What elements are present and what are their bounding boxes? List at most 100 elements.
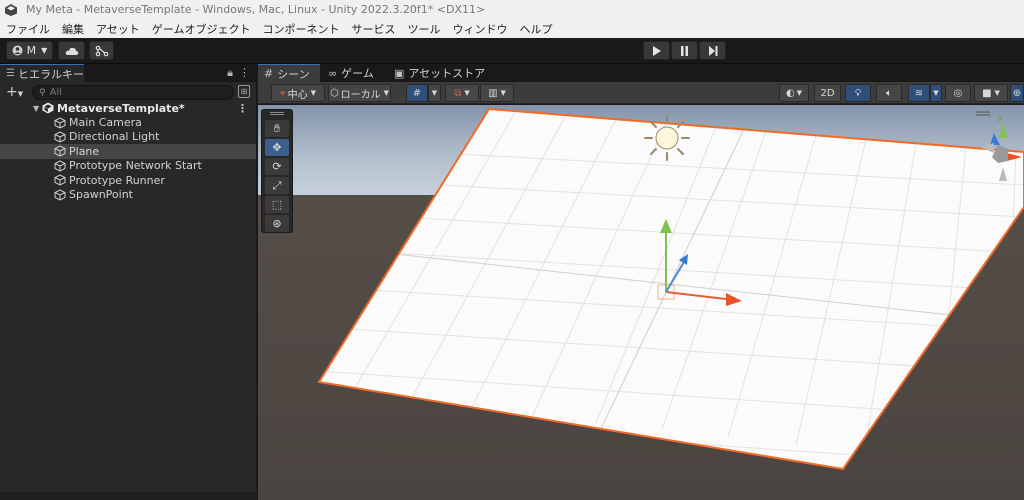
chevron-down-icon: ▼ [994, 89, 1000, 97]
camera-icon: ■ [982, 87, 992, 99]
hierarchy-bottom-bar [0, 492, 257, 500]
rect-tool-button[interactable]: ⬚ [265, 196, 289, 213]
collab-button[interactable] [89, 41, 114, 60]
pause-icon [681, 45, 688, 56]
gizmo-z-axis-icon[interactable] [990, 133, 1000, 145]
hand-icon: ✋︎ [273, 121, 281, 135]
menu-edit[interactable]: 編集 [62, 21, 84, 37]
hierarchy-item-prototype-runner[interactable]: Prototype Runner [0, 173, 256, 187]
pivot-toggle[interactable]: ⌖ 中心 ▼ [271, 84, 325, 102]
menu-file[interactable]: ファイル [6, 21, 50, 37]
scene-viewport[interactable]: ✋︎ ✥ ⟳ ⤢ ⬚ ⊛ y [258, 105, 1024, 500]
2d-toggle-button[interactable]: 2D [814, 84, 841, 102]
main-toolbar: M ▼ [0, 38, 1024, 64]
gizmo-y-axis-icon[interactable] [999, 123, 1007, 138]
step-button[interactable] [699, 41, 726, 60]
lighting-toggle-button[interactable]: 💡︎ [845, 84, 871, 102]
menu-gameobject[interactable]: ゲームオブジェクト [152, 21, 251, 37]
move-tool-button[interactable]: ✥ [265, 139, 289, 156]
hand-tool-button[interactable]: ✋︎ [265, 120, 289, 137]
audio-toggle-button[interactable]: 🔈︎ [876, 84, 902, 102]
hierarchy-list-icon: ☰ [6, 68, 15, 79]
version-control-icon [95, 45, 108, 56]
menu-help[interactable]: ヘルプ [519, 21, 552, 37]
scale-tool-button[interactable]: ⤢ [265, 177, 289, 194]
account-icon [12, 45, 23, 56]
ruler-icon: ▥ [488, 87, 498, 99]
sun-light-icon[interactable] [644, 115, 690, 161]
menu-tools[interactable]: ツール [407, 21, 440, 37]
gameobject-cube-icon [54, 188, 66, 201]
camera-settings-button[interactable]: ■ ▼ [974, 84, 1008, 102]
scene-panel: # シーン ∞ ゲーム ▣ アセットストア ⌖ 中心 ▼ ⬡ ローカル ▼ # … [258, 64, 1024, 500]
effects-dropdown[interactable]: ▼ [930, 84, 942, 102]
audio-icon: 🔈︎ [886, 87, 892, 99]
hidden-objects-toggle[interactable]: ◎ [945, 84, 971, 102]
gameobject-cube-icon [54, 131, 66, 143]
more-options-icon[interactable]: ⋮ [239, 66, 250, 80]
scene-view-canvas[interactable] [258, 105, 1024, 500]
transform-globe-icon: ⊛ [272, 217, 282, 230]
add-object-button[interactable]: +▼ [6, 84, 23, 100]
local-space-icon: ⬡ [329, 87, 339, 99]
effects-toggle-button[interactable]: ≋ [908, 84, 930, 102]
chevron-down-icon: ▼ [933, 89, 939, 97]
chevron-down-icon: ▼ [500, 89, 506, 97]
menu-assets[interactable]: アセット [96, 21, 140, 37]
gamepad-icon: ∞ [328, 66, 338, 80]
tab-game[interactable]: ∞ ゲーム [322, 64, 386, 82]
chevron-down-icon: ▼ [431, 89, 438, 97]
drag-handle-icon[interactable] [270, 112, 284, 115]
shopping-bag-icon: ▣ [394, 66, 405, 80]
increment-snap-button[interactable]: ⧉ ▼ [445, 84, 479, 102]
ruler-button[interactable]: ▥ ▼ [480, 84, 514, 102]
play-button[interactable] [643, 41, 670, 60]
menu-component[interactable]: コンポーネント [262, 21, 339, 37]
draw-mode-button[interactable]: ◐ ▼ [779, 84, 809, 102]
chevron-down-icon: ▼ [41, 46, 48, 55]
hierarchy-item-prototype-network-start[interactable]: Prototype Network Start [0, 159, 256, 173]
space-toggle[interactable]: ⬡ ローカル ▼ [328, 84, 391, 102]
hierarchy-tree: ▼ MetaverseTemplate* ⋮ Main Camera Direc… [0, 101, 256, 202]
gizmo-y-label: y [998, 113, 1003, 122]
gizmo-sphere-icon: ⊕ [1012, 87, 1022, 99]
gizmo-x-axis-icon[interactable] [1007, 153, 1022, 161]
hierarchy-item-plane[interactable]: Plane [0, 144, 256, 159]
scene-options-icon[interactable]: ⋮ [237, 102, 248, 115]
step-icon [708, 45, 717, 56]
menu-window[interactable]: ウィンドウ [452, 21, 507, 37]
search-filter-button[interactable]: ⊞ [238, 85, 250, 98]
hierarchy-item-directional-light[interactable]: Directional Light [0, 130, 256, 144]
pause-button[interactable] [671, 41, 698, 60]
unity-logo-icon [5, 3, 17, 16]
lightbulb-icon: 💡︎ [854, 87, 862, 99]
transform-tool-button[interactable]: ⊛ [265, 215, 289, 232]
hierarchy-item-spawnpoint[interactable]: SpawnPoint [0, 187, 256, 201]
gizmos-toggle-button[interactable]: ⊕ [1010, 84, 1024, 102]
gameobject-cube-icon [54, 117, 66, 129]
menu-services[interactable]: サービス [351, 21, 395, 37]
gameobject-cube-icon [54, 160, 66, 172]
hierarchy-search-input[interactable]: ⚲ All [32, 85, 234, 100]
hierarchy-item-main-camera[interactable]: Main Camera [0, 115, 256, 129]
cloud-button[interactable] [58, 41, 85, 60]
chevron-down-icon: ▼ [796, 89, 803, 97]
gameobject-cube-icon [54, 174, 66, 186]
orientation-gizmo[interactable]: y [966, 105, 1024, 199]
grid-snap-button[interactable]: # [406, 84, 428, 102]
hierarchy-search-row: +▼ ⚲ All ⊞ [0, 82, 256, 103]
grid-snap-dropdown[interactable]: ▼ [428, 84, 441, 102]
account-button[interactable]: M ▼ [6, 41, 53, 60]
filter-icon: ⊞ [240, 87, 248, 96]
tab-asset-store[interactable]: ▣ アセットストア [388, 64, 498, 82]
scene-unity-icon [42, 102, 54, 114]
expand-arrow-icon[interactable]: ▼ [33, 104, 39, 113]
eye-slash-icon: ◎ [953, 87, 963, 99]
tab-scene[interactable]: # シーン [258, 64, 320, 82]
scene-root[interactable]: ▼ MetaverseTemplate* ⋮ [0, 101, 256, 115]
lock-icon[interactable]: 🔒︎ [227, 66, 233, 80]
rect-transform-icon: ⬚ [271, 198, 283, 211]
tab-hierarchy[interactable]: ☰ ヒエラルキー [0, 64, 84, 82]
gizmo-menu-icon[interactable] [976, 111, 990, 116]
rotate-tool-button[interactable]: ⟳ [265, 158, 289, 175]
